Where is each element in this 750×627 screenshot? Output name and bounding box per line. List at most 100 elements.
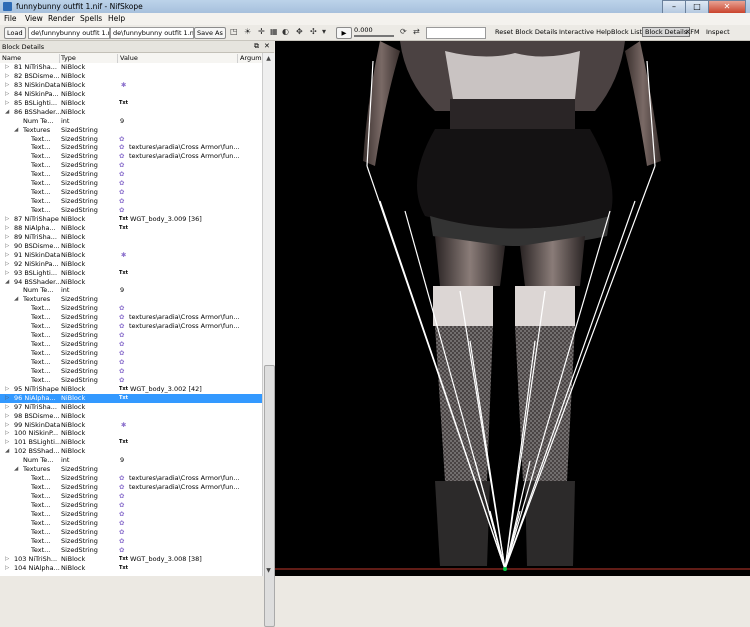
switch-icon[interactable]: ⇄: [413, 28, 420, 36]
tree-row[interactable]: ◢ 86 BSShader... NiBlock: [0, 108, 262, 117]
expanded-arrow-icon[interactable]: ◢: [14, 126, 18, 135]
collapsed-arrow-icon[interactable]: ▷: [5, 260, 9, 269]
scroll-down-icon[interactable]: ▼: [264, 566, 273, 575]
block-tree[interactable]: ▷ 81 NiTriSha... NiBlock ▷ 82 BSDisme... NiBl…: [0, 63, 262, 576]
minimize-button[interactable]: –: [662, 0, 686, 14]
tree-row[interactable]: ▷ 87 NiTriShape NiBlock Txt WGT_body_3.009 […: [0, 215, 262, 224]
tree-row[interactable]: ◢ Textures SizedString: [0, 465, 262, 474]
row-value[interactable]: textures\aradia\Cross Armor\fun...: [129, 474, 240, 483]
tree-row[interactable]: Text... SizedString ✿: [0, 170, 262, 179]
save-as-button[interactable]: Save As: [194, 27, 226, 39]
collapsed-arrow-icon[interactable]: ▷: [5, 403, 9, 412]
float-icon[interactable]: ⧉: [254, 42, 259, 51]
animation-select[interactable]: [426, 27, 486, 39]
tree-row[interactable]: ▷ 96 NiAlpha... NiBlock Txt: [0, 393, 262, 403]
menu-file[interactable]: File: [4, 14, 17, 23]
scroll-up-icon[interactable]: ▲: [264, 54, 273, 63]
collapsed-arrow-icon[interactable]: ▷: [5, 269, 9, 278]
collapsed-arrow-icon[interactable]: ▷: [5, 421, 9, 430]
play-button[interactable]: ▶: [336, 27, 352, 39]
tree-row[interactable]: Text... SizedString ✿: [0, 304, 262, 313]
collapsed-arrow-icon[interactable]: ▷: [5, 99, 9, 108]
save-path-field[interactable]: de\funnybunny outfit 1.nif: [110, 27, 194, 39]
tree-row[interactable]: Text... SizedString ✿: [0, 197, 262, 206]
collapsed-arrow-icon[interactable]: ▷: [5, 438, 9, 447]
collapsed-arrow-icon[interactable]: ▷: [5, 251, 9, 260]
tree-row[interactable]: ▷ 100 NiSkinP... NiBlock: [0, 429, 262, 438]
row-value[interactable]: 9: [120, 456, 240, 465]
row-value[interactable]: textures\aradia\Cross Armor\fun...: [129, 152, 240, 161]
interactive-help-button[interactable]: Interactive Help: [559, 28, 611, 36]
menu-render[interactable]: Render: [48, 14, 75, 23]
collapsed-arrow-icon[interactable]: ▷: [5, 90, 9, 99]
collapsed-arrow-icon[interactable]: ▷: [5, 242, 9, 251]
tree-row[interactable]: Text... SizedString ✿: [0, 546, 262, 555]
view-icon[interactable]: ◐: [282, 28, 289, 36]
block-list-button[interactable]: Block List: [611, 28, 642, 36]
tree-row[interactable]: Text... SizedString ✿: [0, 376, 262, 385]
collapsed-arrow-icon[interactable]: ▷: [5, 233, 9, 242]
tree-row[interactable]: Text... SizedString ✿: [0, 349, 262, 358]
tree-row[interactable]: Text... SizedString ✿ textures\aradia\Cross…: [0, 322, 262, 331]
scroll-thumb[interactable]: [264, 365, 275, 627]
kfm-button[interactable]: KFM: [686, 28, 700, 36]
expanded-arrow-icon[interactable]: ◢: [5, 447, 9, 456]
row-value[interactable]: textures\aradia\Cross Armor\fun...: [129, 313, 240, 322]
expanded-arrow-icon[interactable]: ◢: [14, 465, 18, 474]
tree-row[interactable]: ▷ 93 BSLighti... NiBlock Txt: [0, 269, 262, 278]
tree-row[interactable]: Text... SizedString ✿: [0, 188, 262, 197]
row-value[interactable]: WGT_body_3.002 [42]: [130, 385, 240, 394]
rotate-icon[interactable]: ✥: [296, 28, 303, 36]
tree-row[interactable]: Text... SizedString ✿ textures\aradia\Cross…: [0, 474, 262, 483]
tree-row[interactable]: Text... SizedString ✿: [0, 331, 262, 340]
row-value[interactable]: WGT_body_3.008 [38]: [130, 555, 240, 564]
tree-row[interactable]: Text... SizedString ✿: [0, 510, 262, 519]
collapsed-arrow-icon[interactable]: ▷: [5, 215, 9, 224]
tree-row[interactable]: Text... SizedString ✿: [0, 340, 262, 349]
expanded-arrow-icon[interactable]: ◢: [14, 295, 18, 304]
tree-row[interactable]: Text... SizedString ✿: [0, 206, 262, 215]
col-argument[interactable]: Argum: [240, 54, 262, 63]
tree-row[interactable]: ▷ 89 NiTriSha... NiBlock: [0, 233, 262, 242]
tree-row[interactable]: ▷ 103 NiTriSh... NiBlock Txt WGT_body_3.008 …: [0, 555, 262, 564]
tree-row[interactable]: ▷ 85 BSLighti... NiBlock Txt: [0, 99, 262, 108]
collapsed-arrow-icon[interactable]: ▷: [5, 224, 9, 233]
tree-row[interactable]: ▷ 82 BSDisme... NiBlock: [0, 72, 262, 81]
row-value[interactable]: textures\aradia\Cross Armor\fun...: [129, 322, 240, 331]
tree-row[interactable]: ▷ 104 NiAlpha... NiBlock Txt: [0, 564, 262, 573]
tree-row[interactable]: ▷ 95 NiTriShape NiBlock Txt WGT_body_3.002 […: [0, 385, 262, 394]
col-name[interactable]: Name: [2, 54, 60, 63]
tree-row[interactable]: Text... SizedString ✿: [0, 528, 262, 537]
grid-icon[interactable]: ▦: [270, 28, 278, 36]
tree-row[interactable]: Text... SizedString ✿: [0, 501, 262, 510]
collapsed-arrow-icon[interactable]: ▷: [5, 564, 9, 573]
tree-row[interactable]: Num Te... int 9: [0, 286, 262, 295]
tree-row[interactable]: Text... SizedString ✿: [0, 161, 262, 170]
loop-icon[interactable]: ⟳: [400, 28, 407, 36]
tree-row[interactable]: ▷ 91 NiSkinData NiBlock ✱: [0, 251, 262, 260]
collapsed-arrow-icon[interactable]: ▷: [5, 385, 9, 394]
axes-icon[interactable]: ✛: [258, 28, 265, 36]
tree-row[interactable]: ▷ 83 NiSkinData NiBlock ✱: [0, 81, 262, 90]
col-type[interactable]: Type: [61, 54, 118, 63]
maximize-button[interactable]: □: [685, 0, 709, 14]
tree-row[interactable]: Text... SizedString ✿: [0, 519, 262, 528]
tree-row[interactable]: ▷ 99 NiSkinData NiBlock ✱: [0, 421, 262, 430]
close-button[interactable]: ✕: [708, 0, 746, 14]
tree-row[interactable]: ◢ 102 BSShad... NiBlock: [0, 447, 262, 456]
collapsed-arrow-icon[interactable]: ▷: [5, 81, 9, 90]
tree-row[interactable]: ▷ 101 BSLighti... NiBlock Txt: [0, 438, 262, 447]
panel-close-icon[interactable]: ✕: [264, 42, 270, 50]
row-value[interactable]: textures\aradia\Cross Armor\fun...: [129, 483, 240, 492]
tree-row[interactable]: Num Te... int 9: [0, 456, 262, 465]
tree-row[interactable]: Text... SizedString ✿ textures\aradia\Cross…: [0, 143, 262, 152]
reset-block-details-button[interactable]: Reset Block Details: [495, 28, 557, 36]
menu-spells[interactable]: Spells: [80, 14, 102, 23]
tree-row[interactable]: ▷ 97 NiTriSha... NiBlock: [0, 403, 262, 412]
tree-row[interactable]: ▷ 88 NiAlpha... NiBlock Txt: [0, 224, 262, 233]
3d-viewport[interactable]: [275, 41, 750, 576]
col-value[interactable]: Value: [120, 54, 238, 63]
tree-row[interactable]: ▷ 98 BSDisme... NiBlock: [0, 412, 262, 421]
tree-row[interactable]: Num Te... int 9: [0, 117, 262, 126]
collapsed-arrow-icon[interactable]: ▷: [5, 555, 9, 564]
